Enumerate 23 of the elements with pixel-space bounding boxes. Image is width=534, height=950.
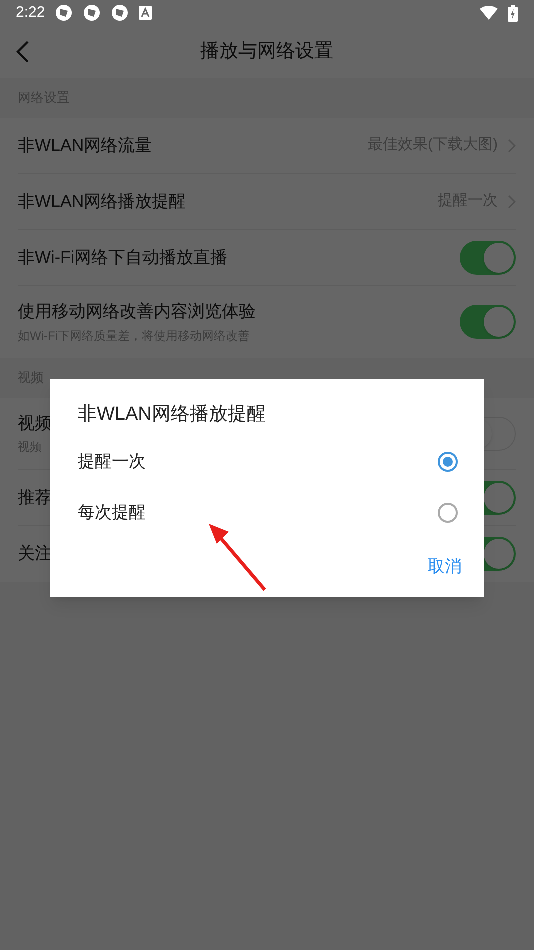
keyboard-icon	[139, 6, 152, 20]
page-title: 播放与网络设置	[200, 40, 334, 64]
setting-label: 非Wi-Fi网络下自动播放直播	[18, 246, 228, 269]
setting-label: 使用移动网络改善内容浏览体验	[18, 301, 256, 324]
battery-icon	[508, 4, 518, 22]
status-time: 2:22	[16, 2, 46, 23]
radio-option[interactable]: 每次提醒	[50, 487, 484, 538]
setting-label: 推荐	[18, 486, 52, 509]
setting-label: 视频	[18, 412, 52, 435]
aperture-icon	[111, 4, 130, 22]
radio-button[interactable]	[438, 502, 458, 522]
radio-option[interactable]: 提醒一次	[50, 436, 484, 487]
aperture-icon	[55, 4, 74, 22]
wifi-icon	[480, 6, 498, 20]
toggle-switch[interactable]	[460, 305, 516, 339]
setting-label: 非WLAN网络播放提醒	[18, 190, 186, 213]
setting-label: 关注	[18, 543, 52, 566]
toggle-switch[interactable]	[460, 240, 516, 274]
radio-button[interactable]	[438, 452, 458, 472]
aperture-icon	[83, 4, 102, 22]
setting-label: 非WLAN网络流量	[18, 134, 152, 157]
back-icon[interactable]	[16, 40, 30, 64]
dialog-title: 非WLAN网络播放提醒	[78, 403, 266, 427]
